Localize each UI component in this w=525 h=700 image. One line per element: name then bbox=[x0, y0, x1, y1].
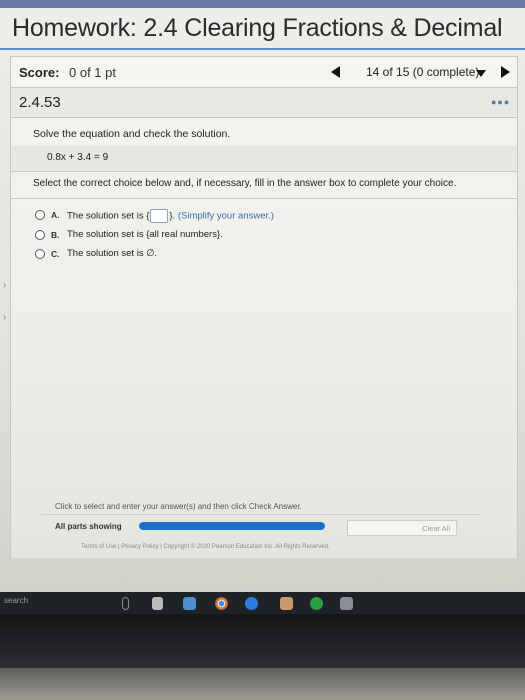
choice-a-text: The solution set is {}. (Simplify your a… bbox=[67, 209, 274, 223]
clear-all-button[interactable]: Clear All bbox=[347, 520, 457, 536]
title-divider bbox=[0, 48, 525, 50]
chrome-icon[interactable] bbox=[215, 597, 228, 610]
choice-letter-a: A. bbox=[51, 210, 60, 220]
choice-a-text-before: The solution set is { bbox=[67, 210, 150, 222]
taskbar: search bbox=[0, 592, 525, 614]
score-value: 0 of 1 pt bbox=[69, 65, 116, 80]
window-top-strip bbox=[0, 0, 525, 8]
question-tools-icon[interactable]: ●●● bbox=[491, 97, 510, 107]
equation-row: 0.8x + 3.4 = 9 bbox=[11, 146, 517, 172]
parts-showing-label: All parts showing bbox=[55, 522, 122, 531]
paint-icon[interactable] bbox=[280, 597, 293, 610]
choice-letter-b: B. bbox=[51, 230, 60, 240]
radio-choice-b[interactable] bbox=[35, 230, 45, 240]
section-header: 2.4.53 ●●● bbox=[10, 88, 518, 118]
parts-progress-bar bbox=[139, 522, 325, 530]
mail-icon[interactable] bbox=[183, 597, 196, 610]
choice-c-text: The solution set is ∅. bbox=[67, 248, 158, 259]
choice-letter-c: C. bbox=[51, 249, 60, 259]
terms-footer[interactable]: Terms of Use | Privacy Policy | Copyrigh… bbox=[81, 544, 330, 550]
taskbar-search[interactable]: search bbox=[4, 596, 28, 605]
task-view-icon[interactable] bbox=[152, 597, 163, 610]
prompt-divider bbox=[11, 198, 517, 199]
page-title: Homework: 2.4 Clearing Fractions & Decim… bbox=[12, 14, 503, 42]
choice-a-text-after: }. bbox=[169, 210, 176, 222]
green-app-icon[interactable] bbox=[310, 597, 323, 610]
side-chevron-icon[interactable]: › bbox=[3, 280, 6, 291]
question-number: 2.4.53 bbox=[19, 94, 61, 111]
question-instruction: Solve the equation and check the solutio… bbox=[33, 128, 231, 140]
simplify-hint: (Simplify your answer.) bbox=[177, 210, 274, 222]
question-panel: Solve the equation and check the solutio… bbox=[10, 118, 518, 558]
prev-arrow-icon[interactable] bbox=[331, 66, 340, 78]
store-icon[interactable] bbox=[340, 597, 353, 610]
equation: 0.8x + 3.4 = 9 bbox=[47, 152, 109, 163]
edge-icon[interactable] bbox=[245, 597, 258, 610]
radio-choice-c[interactable] bbox=[35, 249, 45, 259]
dropdown-caret-icon[interactable] bbox=[476, 70, 486, 77]
side-chevron-icon-2[interactable]: › bbox=[3, 312, 6, 323]
radio-choice-a[interactable] bbox=[35, 210, 45, 220]
desk-surface bbox=[0, 668, 525, 700]
browser-screen: Homework: 2.4 Clearing Fractions & Decim… bbox=[0, 0, 525, 592]
footer-divider bbox=[41, 514, 481, 515]
choice-b-text: The solution set is {all real numbers}. bbox=[67, 229, 223, 240]
next-arrow-icon[interactable] bbox=[501, 66, 510, 78]
score-label: Score: bbox=[19, 65, 60, 80]
question-progress-dropdown[interactable]: 14 of 15 (0 complete) bbox=[366, 65, 479, 79]
score-bar: Score: 0 of 1 pt 14 of 15 (0 complete) bbox=[10, 56, 518, 88]
answer-input-box[interactable] bbox=[150, 209, 169, 223]
microphone-icon[interactable] bbox=[122, 597, 129, 610]
parts-progress-fill bbox=[139, 522, 325, 530]
check-answer-note: Click to select and enter your answer(s)… bbox=[55, 502, 302, 511]
choice-prompt: Select the correct choice below and, if … bbox=[33, 178, 457, 189]
